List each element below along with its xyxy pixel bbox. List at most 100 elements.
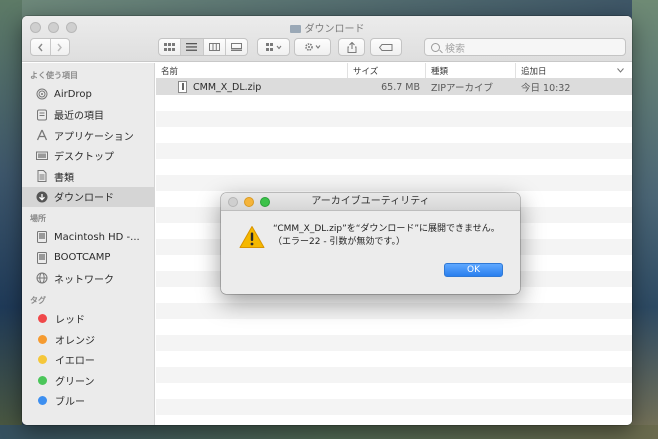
archive-utility-alert: アーカイブユーティリティ “CMM_X_DL.zip”を“ダウンロード”に展開で… <box>221 193 520 294</box>
share-button[interactable] <box>338 38 365 56</box>
sidebar-item-downloads[interactable]: ダウンロード <box>22 186 154 207</box>
tag-color-dot <box>38 396 47 406</box>
action-menu-button[interactable] <box>294 38 331 56</box>
alert-message-line: “CMM_X_DL.zip”を“ダウンロード”に展開できません。 <box>273 224 500 234</box>
sidebar-tag-red[interactable]: レッド <box>22 309 154 330</box>
empty-row <box>156 319 632 335</box>
minimize-button[interactable] <box>244 197 254 207</box>
disk-icon <box>36 251 48 264</box>
empty-row <box>156 335 632 351</box>
gear-icon <box>304 43 320 51</box>
sidebar-item-airdrop[interactable]: AirDrop <box>22 84 154 105</box>
sidebar-item-documents[interactable]: 書類 <box>22 166 154 187</box>
share-icon <box>347 41 356 53</box>
chevron-down-icon <box>617 68 624 73</box>
list-icon <box>186 43 198 51</box>
close-button[interactable] <box>228 197 238 207</box>
tag-color-dot <box>38 314 47 324</box>
sidebar-item-label: レッド <box>55 315 85 327</box>
empty-row <box>156 303 632 319</box>
search-icon <box>431 42 440 52</box>
file-name: CMM_X_DL.zip <box>193 81 262 93</box>
airdrop-icon <box>36 88 48 100</box>
tag-button[interactable] <box>370 38 402 56</box>
column-header-name[interactable]: 名前 <box>156 63 348 78</box>
sidebar-item-applications[interactable]: アプリケーション <box>22 125 154 146</box>
sidebar-item-label: グリーン <box>55 376 95 388</box>
search-field[interactable]: 検索 <box>424 38 626 56</box>
zip-file-icon <box>178 81 187 93</box>
alert-message: “CMM_X_DL.zip”を“ダウンロード”に展開できません。 （エラー22 … <box>273 223 513 249</box>
column-header-size[interactable]: サイズ <box>348 63 426 78</box>
chevron-right-icon <box>57 43 63 51</box>
alert-titlebar: アーカイブユーティリティ <box>221 193 520 211</box>
finder-toolbar: ダウンロード 検索 <box>22 16 632 62</box>
empty-row <box>156 159 632 175</box>
empty-row <box>156 367 632 383</box>
empty-row <box>156 127 632 143</box>
gallery-icon <box>230 43 242 51</box>
sidebar-item-network[interactable]: ネットワーク <box>22 268 154 289</box>
recent-icon <box>36 109 48 121</box>
column-view-button[interactable] <box>204 39 226 55</box>
disk-icon <box>36 231 48 244</box>
grid-icon <box>164 43 176 51</box>
documents-icon <box>36 170 48 183</box>
column-header-date-added[interactable]: 追加日 <box>516 63 632 78</box>
tag-icon <box>379 43 393 51</box>
file-date-added: 今日 10:32 <box>521 83 571 94</box>
sidebar-item-label: オレンジ <box>55 335 95 347</box>
sidebar-item-label: AirDrop <box>54 88 92 100</box>
sidebar-tag-green[interactable]: グリーン <box>22 370 154 391</box>
empty-row <box>156 143 632 159</box>
warning-icon <box>239 226 265 248</box>
desktop-wallpaper-bottom <box>0 425 658 439</box>
desktop-wallpaper-left <box>0 0 22 439</box>
columns-icon <box>208 43 220 51</box>
back-button[interactable] <box>31 39 51 55</box>
sidebar-section-locations: 場所 <box>30 214 46 223</box>
tag-color-dot <box>38 334 47 344</box>
group-by-button[interactable] <box>257 38 290 56</box>
sidebar-tag-yellow[interactable]: イエロー <box>22 350 154 371</box>
network-icon <box>36 272 48 284</box>
sidebar-item-label: ネットワーク <box>54 274 114 286</box>
folder-icon <box>289 25 301 33</box>
empty-row <box>156 351 632 367</box>
zoom-button[interactable] <box>260 197 270 207</box>
tag-color-dot <box>38 375 47 385</box>
sidebar-item-label: ダウンロード <box>54 193 114 205</box>
empty-row <box>156 111 632 127</box>
sidebar-section-favorites: よく使う項目 <box>30 71 78 80</box>
sidebar-item-label: ブルー <box>55 397 85 409</box>
view-mode-control <box>158 38 248 56</box>
sidebar-item-label: イエロー <box>55 356 95 368</box>
sidebar-item-label: BOOTCAMP <box>54 252 111 264</box>
sidebar-item-bootcamp[interactable]: BOOTCAMP <box>22 248 154 269</box>
file-name-cell: CMM_X_DL.zip <box>156 79 348 95</box>
column-header-label: 追加日 <box>521 66 547 77</box>
sidebar-item-recents[interactable]: 最近の項目 <box>22 105 154 126</box>
alert-window-controls <box>228 197 270 207</box>
icon-view-button[interactable] <box>159 39 182 55</box>
alert-error-detail: （エラー22 - 引数が無効です。） <box>273 237 406 247</box>
sidebar-item-label: Macintosh HD -... <box>54 231 140 243</box>
sidebar-item-label: 書類 <box>54 172 74 184</box>
sidebar-item-desktop[interactable]: デスクトップ <box>22 146 154 167</box>
desktop-icon <box>36 150 48 162</box>
empty-row <box>156 383 632 399</box>
column-header-kind[interactable]: 種類 <box>426 63 516 78</box>
sidebar-item-macintosh-hd[interactable]: Macintosh HD -... <box>22 227 154 248</box>
forward-button[interactable] <box>51 39 70 55</box>
file-kind: ZIPアーカイブ <box>431 83 493 94</box>
gallery-view-button[interactable] <box>226 39 247 55</box>
ok-button[interactable]: OK <box>444 263 503 277</box>
sidebar-tag-orange[interactable]: オレンジ <box>22 329 154 350</box>
sidebar-tag-blue[interactable]: ブルー <box>22 391 154 412</box>
list-view-button[interactable] <box>181 39 204 55</box>
applications-icon <box>36 129 48 141</box>
sidebar-section-tags: タグ <box>30 295 46 305</box>
table-row[interactable]: CMM_X_DL.zip 65.7 MB ZIPアーカイブ 今日 10:32 <box>156 79 632 95</box>
alert-title: アーカイブユーティリティ <box>311 196 430 207</box>
sidebar-item-label: 最近の項目 <box>54 111 104 123</box>
